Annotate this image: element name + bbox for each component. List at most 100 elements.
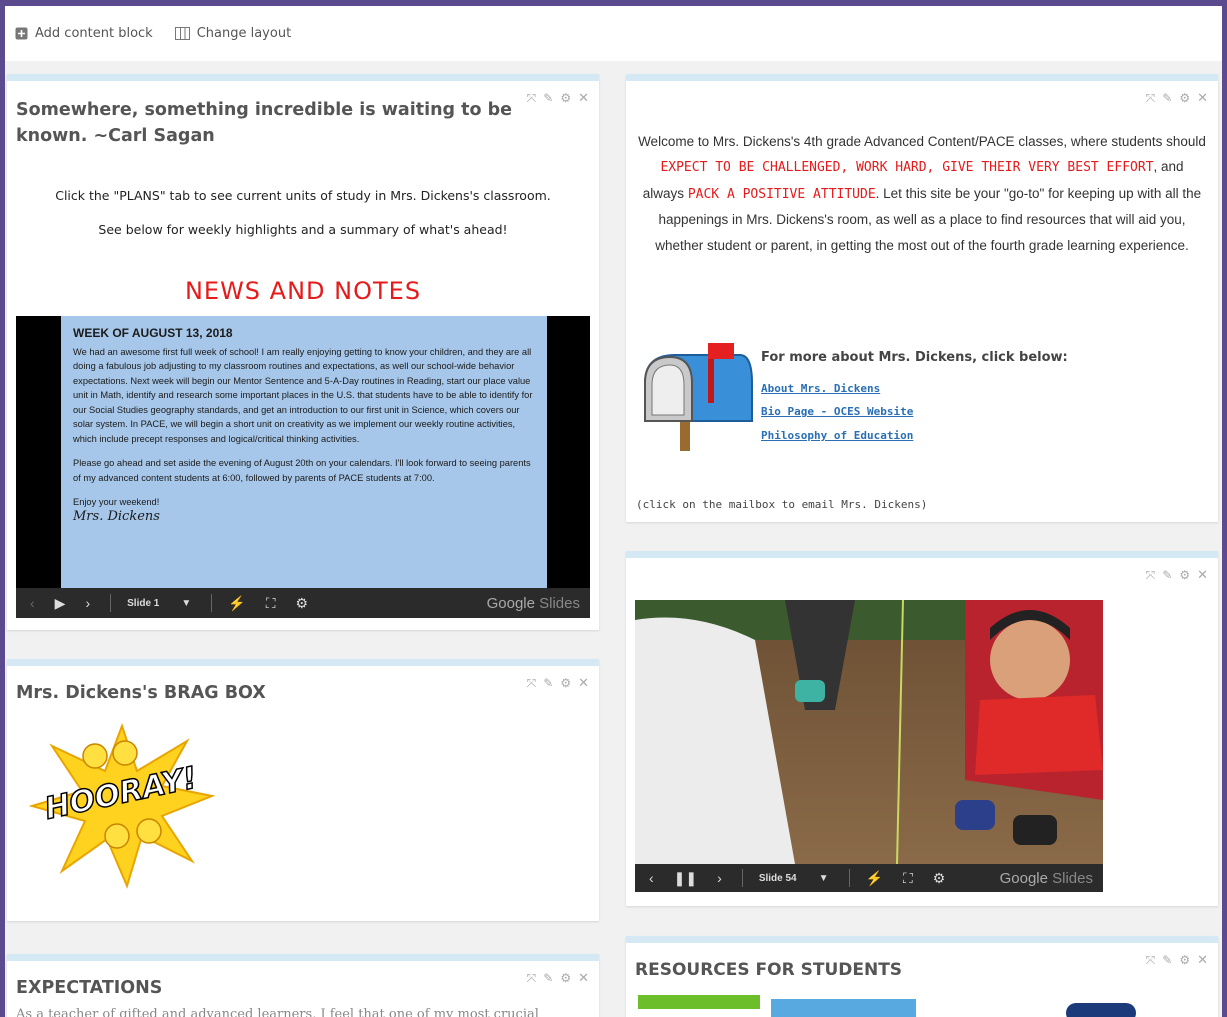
block-title: Mrs. Dickens's BRAG BOX (16, 683, 266, 703)
close-icon[interactable]: ✕ (578, 971, 589, 986)
fullscreen-icon[interactable]: ⛶ (903, 870, 913, 887)
add-content-block-label: Add content block (35, 26, 153, 41)
about-link[interactable]: About Mrs. Dickens (761, 382, 880, 395)
edit-pencil-icon[interactable]: ✎ (543, 91, 553, 106)
google-word: Google (486, 594, 535, 612)
settings-icon[interactable]: ⚙ (1179, 91, 1190, 106)
resources-block: RESOURCES FOR STUDENTS ⤧ ✎ ⚙ ✕ (626, 936, 1218, 1017)
edit-pencil-icon[interactable]: ✎ (543, 971, 553, 986)
settings-icon[interactable]: ⚙ (1179, 568, 1190, 583)
prev-icon[interactable]: ‹ (30, 595, 35, 611)
more-about-heading: For more about Mrs. Dickens, click below… (761, 350, 1068, 365)
separator (211, 594, 213, 612)
separator (848, 869, 850, 887)
close-icon[interactable]: ✕ (1197, 953, 1208, 968)
block-controls: ⤧ ✎ ⚙ ✕ (1146, 953, 1208, 968)
editor-toolbar: Add content block Change layout (5, 6, 1222, 61)
move-icon[interactable]: ⤧ (1146, 953, 1156, 968)
highlight-attitude: PACK A POSITIVE ATTITUDE (687, 186, 876, 202)
play-icon[interactable]: ▶ (55, 595, 66, 612)
google-slides-embed[interactable]: ‹ ❚❚ › Slide 54 ▼ ⚡ ⛶ ⚙ Google Slides (635, 600, 1103, 892)
close-icon[interactable]: ✕ (578, 91, 589, 106)
slide-closing: Enjoy your weekend! (73, 497, 160, 507)
settings-icon[interactable]: ⚙ (560, 91, 571, 106)
close-icon[interactable]: ✕ (578, 676, 589, 691)
prev-icon[interactable]: ‹ (649, 870, 654, 886)
chevron-down-icon[interactable]: ▼ (819, 873, 829, 884)
separator (741, 869, 743, 887)
settings-icon[interactable]: ⚙ (560, 676, 571, 691)
fullscreen-icon[interactable]: ⛶ (266, 595, 276, 612)
google-slides-embed[interactable]: WEEK OF AUGUST 13, 2018 We had an awesom… (16, 316, 590, 618)
edit-pencil-icon[interactable]: ✎ (543, 676, 553, 691)
gear-icon[interactable]: ⚙ (933, 870, 946, 887)
lightning-icon[interactable]: ⚡ (228, 595, 245, 612)
chevron-down-icon[interactable]: ▼ (181, 598, 191, 609)
highlight-expectations: EXPECT TO BE CHALLENGED, WORK HARD, GIVE… (660, 160, 1154, 176)
move-icon[interactable]: ⤧ (527, 91, 537, 106)
slide-paragraph-1: We had an awesome first full week of sch… (73, 346, 533, 444)
add-content-block-button[interactable]: Add content block (15, 26, 153, 41)
google-word: Google (999, 869, 1048, 887)
brag-box-block: Mrs. Dickens's BRAG BOX ⤧ ✎ ⚙ ✕ HOORAY! (7, 659, 599, 921)
edit-pencil-icon[interactable]: ✎ (1162, 953, 1172, 968)
block-controls: ⤧ ✎ ⚙ ✕ (1146, 91, 1208, 106)
settings-icon[interactable]: ⚙ (560, 971, 571, 986)
bio-page-link[interactable]: Bio Page - OCES Website (761, 405, 913, 418)
philosophy-link[interactable]: Philosophy of Education (761, 429, 913, 442)
slides-word: Slides (1052, 869, 1093, 887)
block-controls: ⤧ ✎ ⚙ ✕ (1146, 568, 1208, 583)
resource-thumbnail[interactable] (771, 999, 916, 1017)
block-title: Somewhere, something incredible is waiti… (16, 100, 513, 146)
edit-pencil-icon[interactable]: ✎ (1162, 568, 1172, 583)
mailbox-icon[interactable] (640, 343, 755, 453)
edit-pencil-icon[interactable]: ✎ (1162, 91, 1172, 106)
quote-news-block: Somewhere, something incredible is waiti… (7, 74, 599, 630)
block-controls: ⤧ ✎ ⚙ ✕ (527, 91, 589, 106)
change-layout-button[interactable]: Change layout (174, 26, 292, 41)
move-icon[interactable]: ⤧ (1146, 568, 1156, 583)
lightning-icon[interactable]: ⚡ (866, 870, 883, 887)
slide-number-select[interactable]: Slide 54 (759, 873, 797, 884)
slide-page: WEEK OF AUGUST 13, 2018 We had an awesom… (61, 316, 547, 588)
slide-heading: WEEK OF AUGUST 13, 2018 (73, 326, 233, 340)
settings-icon[interactable]: ⚙ (1179, 953, 1190, 968)
weekly-note: See below for weekly highlights and a su… (98, 222, 508, 237)
plans-note: Click the "PLANS" tab to see current uni… (55, 188, 551, 203)
welcome-block: ⤧ ✎ ⚙ ✕ Welcome to Mrs. Dickens's 4th gr… (626, 74, 1218, 522)
next-icon[interactable]: › (717, 870, 722, 886)
move-icon[interactable]: ⤧ (527, 676, 537, 691)
slides-word: Slides (539, 594, 580, 612)
close-icon[interactable]: ✕ (1197, 91, 1208, 106)
expectations-text: As a teacher of gifted and advanced lear… (16, 1007, 539, 1017)
students-photo (635, 600, 1103, 865)
pause-icon[interactable]: ❚❚ (674, 870, 697, 887)
slides-player-bar: ‹ ▶ › Slide 1 ▼ ⚡ ⛶ ⚙ Google Slides (16, 588, 590, 618)
google-slides-logo[interactable]: Google Slides (487, 595, 580, 612)
move-icon[interactable]: ⤧ (527, 971, 537, 986)
move-icon[interactable]: ⤧ (1146, 91, 1156, 106)
block-title: EXPECTATIONS (16, 978, 163, 998)
block-title: RESOURCES FOR STUDENTS (635, 960, 903, 980)
slide-paragraph-2: Please go ahead and set aside the evenin… (73, 458, 531, 483)
close-icon[interactable]: ✕ (1197, 568, 1208, 583)
slide-signature: Mrs. Dickens (73, 508, 160, 524)
hooray-image: HOORAY! (28, 723, 216, 889)
page-frame: Add content block Change layout Somewher… (5, 6, 1222, 1017)
next-icon[interactable]: › (85, 595, 90, 611)
mailbox-note: (click on the mailbox to email Mrs. Dick… (636, 498, 928, 511)
resource-thumbnail[interactable] (638, 995, 760, 1009)
news-heading: NEWS AND NOTES (184, 277, 422, 305)
slide-number-select[interactable]: Slide 1 (127, 598, 159, 609)
change-layout-label: Change layout (196, 26, 292, 41)
welcome-text-part: Welcome to Mrs. Dickens's 4th grade Adva… (638, 134, 1206, 149)
plus-box-icon (15, 27, 28, 40)
block-controls: ⤧ ✎ ⚙ ✕ (527, 971, 589, 986)
welcome-text: Welcome to Mrs. Dickens's 4th grade Adva… (638, 129, 1206, 258)
resource-thumbnail[interactable] (1066, 1003, 1136, 1017)
photo-slideshow-block: ⤧ ✎ ⚙ ✕ ‹ ❚❚ › Slide 54 ▼ ⚡ ⛶ ⚙ Google S… (626, 551, 1218, 906)
slides-player-bar: ‹ ❚❚ › Slide 54 ▼ ⚡ ⛶ ⚙ Google Slides (635, 864, 1103, 892)
google-slides-logo[interactable]: Google Slides (1000, 870, 1093, 887)
gear-icon[interactable]: ⚙ (296, 595, 309, 612)
expectations-block: EXPECTATIONS ⤧ ✎ ⚙ ✕ As a teacher of gif… (7, 954, 599, 1017)
